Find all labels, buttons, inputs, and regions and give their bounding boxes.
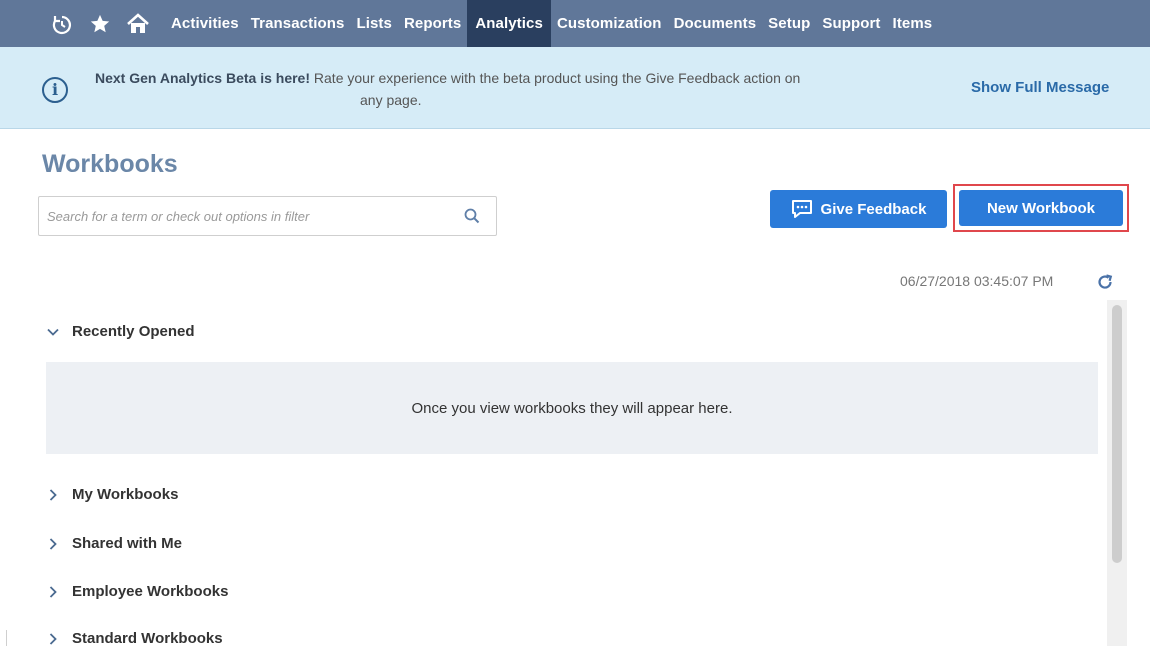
section-recently-opened[interactable]: Recently Opened [46, 323, 195, 340]
give-feedback-button[interactable]: Give Feedback [770, 190, 947, 228]
refresh-icon[interactable] [1096, 273, 1114, 291]
new-workbook-button[interactable]: New Workbook [959, 190, 1123, 226]
nav-item-transactions[interactable]: Transactions [245, 0, 351, 47]
home-icon[interactable] [119, 0, 157, 47]
nav-item-setup[interactable]: Setup [762, 0, 816, 47]
top-navigation-bar: Activities Transactions Lists Reports An… [0, 0, 1150, 47]
nav-item-documents[interactable]: Documents [668, 0, 763, 47]
recent-icon[interactable] [43, 0, 81, 47]
chevron-right-icon [49, 585, 57, 598]
search-icon[interactable] [464, 208, 480, 224]
nav-item-analytics[interactable]: Analytics [467, 0, 551, 47]
empty-state-message: Once you view workbooks they will appear… [411, 399, 733, 417]
section-my-workbooks[interactable]: My Workbooks [46, 486, 178, 503]
chevron-right-icon [49, 488, 57, 501]
show-full-message-link[interactable]: Show Full Message [971, 79, 1109, 96]
page-title: Workbooks [42, 150, 178, 178]
chevron-right-icon [49, 537, 57, 550]
section-shared-with-me[interactable]: Shared with Me [46, 535, 182, 552]
last-refreshed-timestamp: 06/27/2018 03:45:07 PM [900, 273, 1054, 289]
banner-message-line1: Rate your experience with the beta produ… [313, 70, 801, 86]
section-label: Employee Workbooks [72, 583, 229, 600]
banner-message-line2: any page. [360, 92, 422, 108]
divider [6, 630, 7, 646]
nav-item-reports[interactable]: Reports [398, 0, 467, 47]
section-label: Standard Workbooks [72, 630, 223, 646]
section-employee-workbooks[interactable]: Employee Workbooks [46, 583, 228, 600]
nav-item-lists[interactable]: Lists [350, 0, 398, 47]
recently-opened-empty-state: Once you view workbooks they will appear… [46, 362, 1098, 454]
section-label: Recently Opened [72, 323, 195, 340]
nav-item-customization[interactable]: Customization [551, 0, 668, 47]
banner-message: Next Gen Analytics Beta is here! Rate yo… [95, 67, 955, 111]
scrollbar-thumb[interactable] [1112, 305, 1122, 563]
star-icon[interactable] [81, 0, 119, 47]
search-box [38, 196, 497, 236]
announcement-banner: i Next Gen Analytics Beta is here! Rate … [0, 47, 1150, 129]
section-label: My Workbooks [72, 486, 179, 503]
search-input[interactable] [39, 197, 449, 235]
chevron-right-icon [49, 632, 57, 645]
new-workbook-highlight: New Workbook [953, 184, 1129, 232]
nav-item-items[interactable]: Items [887, 0, 939, 47]
info-icon: i [42, 77, 68, 103]
give-feedback-label: Give Feedback [820, 200, 927, 218]
nav-item-activities[interactable]: Activities [165, 0, 245, 47]
chevron-down-icon [47, 328, 59, 336]
nav-item-support[interactable]: Support [816, 0, 886, 47]
feedback-icon [791, 200, 812, 218]
banner-title: Next Gen Analytics Beta is here! [95, 70, 311, 86]
section-label: Shared with Me [72, 535, 183, 552]
section-standard-workbooks[interactable]: Standard Workbooks [46, 630, 223, 646]
